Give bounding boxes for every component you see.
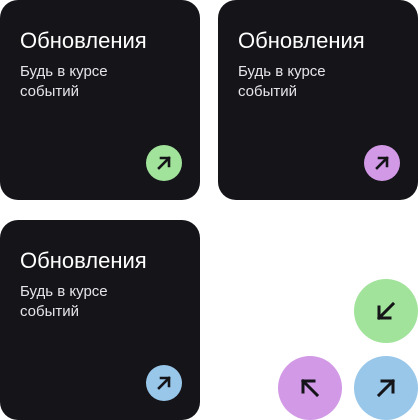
card-subtitle: Будь в курсе событий	[20, 63, 108, 100]
card-title: Обновления	[238, 28, 365, 53]
updates-card-3[interactable]: Обновления Будь в курсе событий	[0, 220, 200, 420]
updates-card-1[interactable]: Обновления Будь в курсе событий	[0, 0, 200, 200]
arrow-up-right-icon	[376, 378, 396, 398]
card-subtitle: Будь в курсе событий	[20, 283, 108, 320]
arrow-down-left-button[interactable]	[354, 279, 418, 343]
card-subtitle: Будь в курсе событий	[238, 63, 326, 100]
card-open-button[interactable]	[364, 145, 400, 181]
card-title: Обновления	[20, 28, 147, 53]
arrow-up-right-icon	[157, 156, 171, 170]
card-title: Обновления	[20, 248, 147, 273]
arrow-up-left-icon	[300, 378, 320, 398]
arrow-up-left-button[interactable]	[278, 356, 342, 420]
card-open-button[interactable]	[146, 365, 182, 401]
arrow-up-right-button[interactable]	[354, 356, 418, 420]
arrow-down-left-icon	[376, 301, 396, 321]
updates-card-2[interactable]: Обновления Будь в курсе событий	[218, 0, 418, 200]
arrow-up-right-icon	[375, 156, 389, 170]
card-open-button[interactable]	[146, 145, 182, 181]
arrow-up-right-icon	[157, 376, 171, 390]
